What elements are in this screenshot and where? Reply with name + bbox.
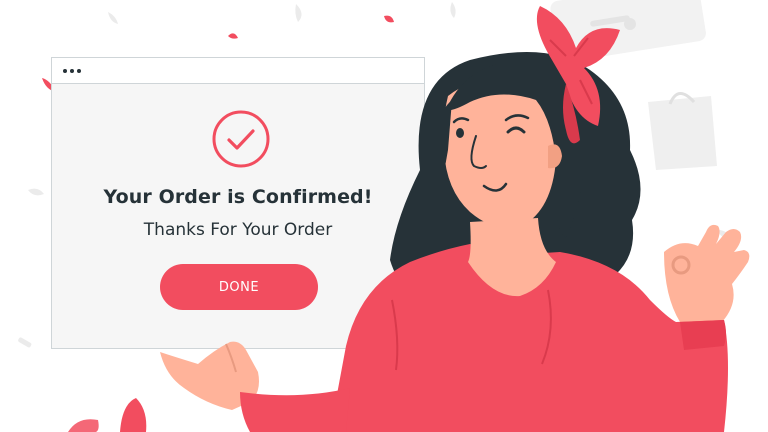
order-confirmation-illustration: Your Order is Confirmed! Thanks For Your… bbox=[0, 0, 768, 432]
eye bbox=[456, 128, 464, 138]
woman-illustration bbox=[160, 6, 750, 432]
ok-gesture-hand bbox=[664, 224, 750, 322]
